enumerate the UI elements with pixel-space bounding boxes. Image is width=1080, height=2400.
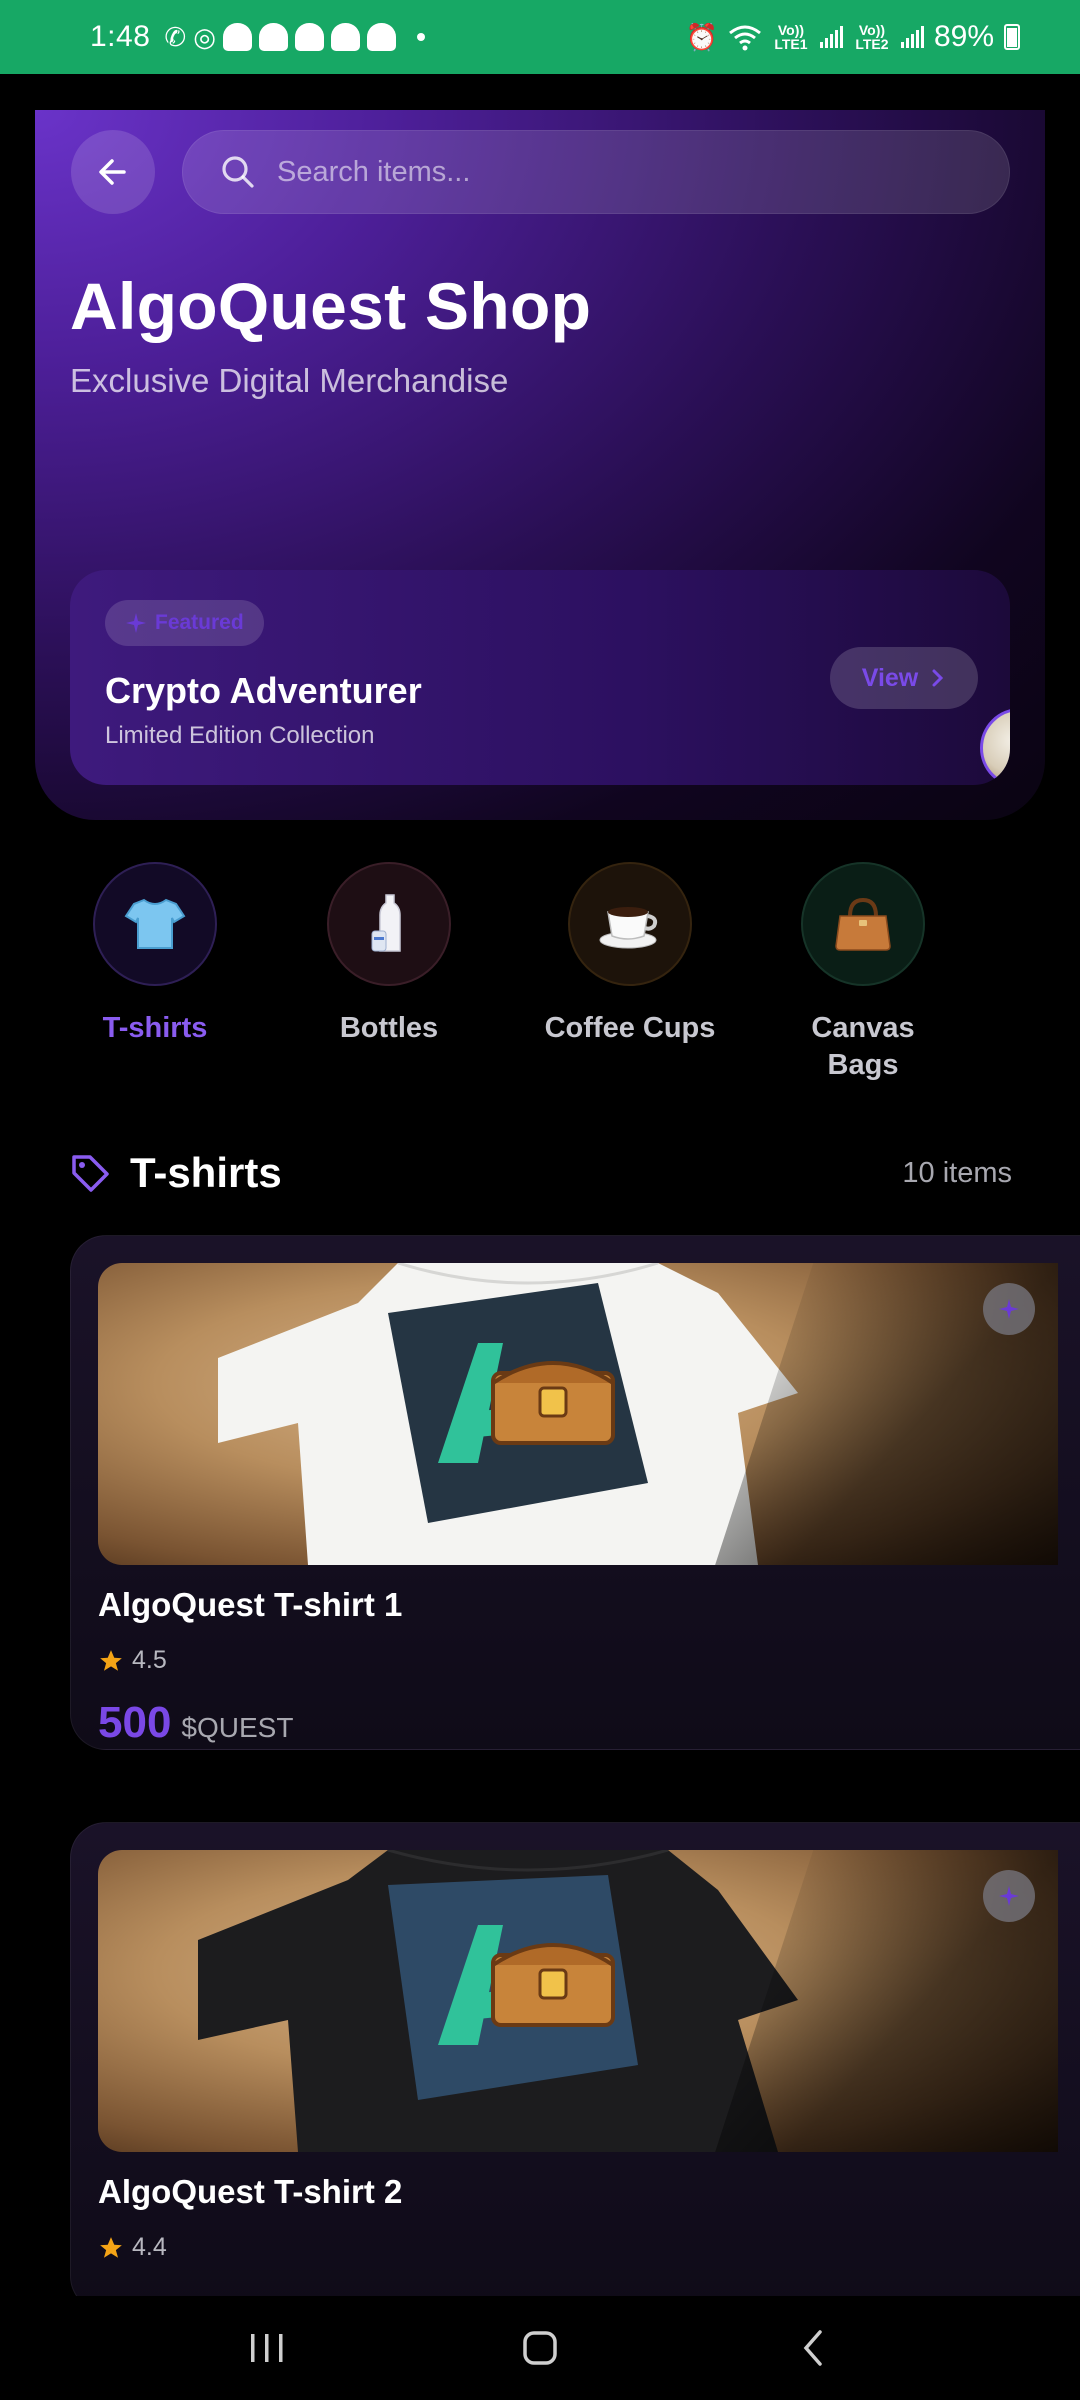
bottle-icon <box>327 862 451 986</box>
home-icon <box>523 2331 557 2365</box>
search-icon <box>222 156 254 188</box>
wifi-call-icon: ✆ <box>164 22 187 52</box>
wifi-icon <box>729 25 761 51</box>
sparkle-icon <box>126 613 146 633</box>
favorite-button[interactable] <box>983 1283 1035 1335</box>
chevron-right-icon <box>932 669 944 687</box>
featured-badge-label: Featured <box>155 611 244 634</box>
coffee-cup-icon <box>568 862 692 986</box>
snapchat-icon <box>294 23 324 51</box>
arrow-left-icon <box>99 159 126 185</box>
sparkle-icon <box>999 1886 1019 1906</box>
system-icons: ⏰ Vo)) LTE1 Vo)) LTE2 89% <box>686 20 1020 54</box>
back-button[interactable] <box>71 130 155 214</box>
category-label: Bottles <box>339 1012 439 1044</box>
back-chevron-icon <box>803 2330 823 2366</box>
snapchat-icon <box>258 23 288 51</box>
handbag-icon <box>801 862 925 986</box>
system-nav-bar <box>0 2296 1080 2400</box>
lte2-label: Vo)) LTE2 <box>855 22 889 52</box>
search-bar[interactable] <box>182 130 1010 214</box>
product-price: 500 $QUEST <box>98 1698 293 1748</box>
category-canvas-bags[interactable]: Canvas Bags <box>778 862 948 1084</box>
product-rating: 4.4 <box>98 2233 167 2262</box>
search-input[interactable] <box>277 155 877 189</box>
rating-value: 4.4 <box>132 2233 167 2261</box>
product-image <box>98 1263 1058 1565</box>
more-notifications-icon <box>416 33 425 41</box>
signal-icon <box>819 26 843 48</box>
category-tshirts[interactable]: T-shirts <box>70 862 240 1047</box>
product-rating: 4.5 <box>98 1646 167 1675</box>
notification-icons: ✆ ◎ <box>164 22 425 52</box>
product-card[interactable]: AlgoQuest T-shirt 1 4.5 500 $QUEST <box>70 1235 1080 1750</box>
section-title: T-shirts <box>130 1149 282 1196</box>
hero-header: AlgoQuest Shop Exclusive Digital Merchan… <box>35 110 1045 820</box>
section-header: T-shirts 10 items <box>70 1148 1012 1198</box>
featured-title: Crypto Adventurer <box>105 670 422 711</box>
page-title: AlgoQuest Shop <box>70 269 592 343</box>
snapchat-icon <box>222 23 252 51</box>
featured-banner[interactable]: Featured Crypto Adventurer Limited Editi… <box>70 570 1010 785</box>
price-currency: $QUEST <box>181 1712 294 1743</box>
favorite-button[interactable] <box>983 1870 1035 1922</box>
category-coffee-cups[interactable]: Coffee Cups <box>530 862 730 1047</box>
product-image <box>98 1850 1058 2152</box>
product-name: AlgoQuest T-shirt 2 <box>98 2173 403 2210</box>
snapchat-icon <box>330 23 360 51</box>
price-value: 500 <box>98 1698 172 1747</box>
star-icon <box>100 1649 122 1671</box>
star-icon <box>100 2236 122 2258</box>
back-nav-button[interactable] <box>753 2308 873 2388</box>
view-button[interactable]: View <box>830 647 978 709</box>
category-list: T-shirts Bottles Coffee Cups Canvas Bags <box>70 862 1030 1082</box>
home-button[interactable] <box>480 2308 600 2388</box>
item-count: 10 items <box>902 1156 1012 1189</box>
tshirt-icon <box>93 862 217 986</box>
whatsapp-icon: ◎ <box>193 22 216 52</box>
battery-icon <box>1004 24 1020 50</box>
product-card[interactable]: AlgoQuest T-shirt 2 4.4 <box>70 1822 1080 2312</box>
sparkle-icon <box>999 1299 1019 1319</box>
product-name: AlgoQuest T-shirt 1 <box>98 1586 403 1623</box>
snapchat-icon <box>366 23 396 51</box>
tag-icon <box>72 1155 109 1192</box>
battery-percent: 89% <box>933 20 994 53</box>
category-label: T-shirts <box>102 1012 208 1044</box>
status-time: 1:48 <box>90 20 151 53</box>
lte1-label: Vo)) LTE1 <box>774 22 808 52</box>
featured-badge: Featured <box>105 600 264 646</box>
rating-value: 4.5 <box>132 1646 167 1674</box>
page-subtitle: Exclusive Digital Merchandise <box>70 362 509 399</box>
featured-subtitle: Limited Edition Collection <box>105 722 375 749</box>
category-label: Coffee Cups <box>544 1012 716 1044</box>
alarm-icon: ⏰ <box>685 22 718 52</box>
category-label: Canvas Bags <box>811 1012 915 1081</box>
category-bottles[interactable]: Bottles <box>304 862 474 1047</box>
status-bar: 1:48 ✆ ◎ ⏰ Vo)) LTE1 Vo)) LTE2 89% <box>0 0 1080 74</box>
recent-apps-button[interactable] <box>207 2308 327 2388</box>
featured-avatar <box>980 708 1010 785</box>
view-button-label: View <box>861 663 919 692</box>
recent-apps-icon <box>250 2334 283 2362</box>
signal-icon <box>900 26 924 48</box>
